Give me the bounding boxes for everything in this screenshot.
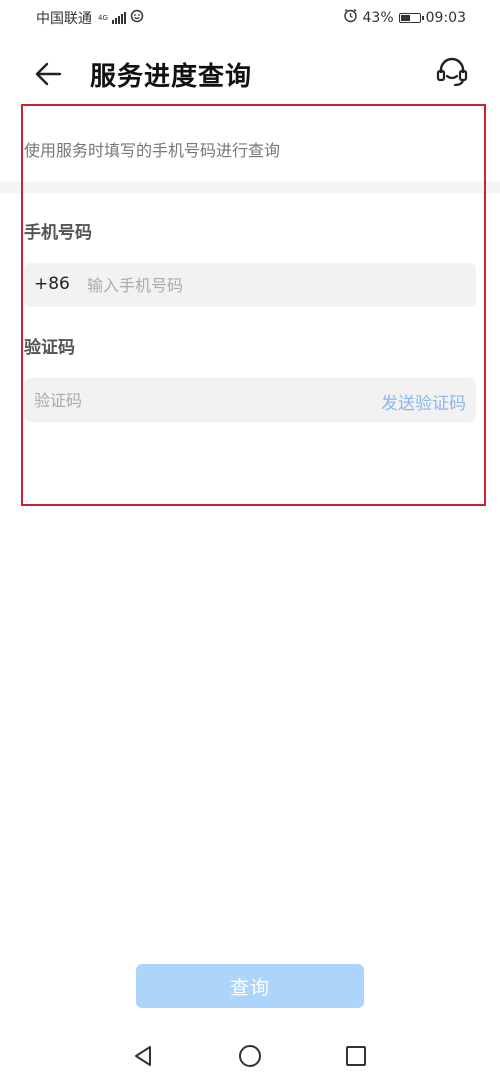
clock: 09:03 — [425, 9, 466, 26]
status-left: 中国联通 4G — [36, 8, 144, 28]
code-label: 验证码 — [24, 338, 75, 358]
code-field: 发送验证码 — [24, 378, 476, 422]
phone-label: 手机号码 — [24, 223, 92, 243]
back-button[interactable] — [28, 54, 68, 94]
battery-percent: 43% — [362, 9, 394, 26]
nav-bar — [0, 1030, 500, 1083]
status-bar: 中国联通 4G 43% 09:03 — [0, 0, 500, 34]
battery-icon — [398, 12, 424, 23]
section-divider — [0, 181, 500, 193]
status-right: 43% 09:03 — [343, 8, 466, 27]
back-arrow-icon — [35, 62, 62, 86]
headset-icon — [436, 57, 468, 87]
signal-icon — [111, 12, 126, 24]
nav-home-icon — [239, 1045, 261, 1067]
alarm-icon — [343, 8, 358, 27]
query-button[interactable]: 查询 — [136, 964, 364, 1008]
query-hint: 使用服务时填写的手机号码进行查询 — [24, 141, 281, 160]
nav-recent-button[interactable] — [340, 1040, 372, 1072]
send-code-button[interactable]: 发送验证码 — [381, 389, 466, 414]
header: 服务进度查询 — [0, 40, 500, 106]
phone-field: +86 — [24, 263, 476, 307]
nav-back-icon — [135, 1046, 151, 1066]
phone-input[interactable] — [87, 263, 467, 307]
notification-icon — [130, 9, 144, 27]
code-input[interactable] — [34, 378, 354, 422]
country-code[interactable]: +86 — [34, 274, 70, 294]
carrier-name: 中国联通 — [36, 11, 92, 27]
customer-service-button[interactable] — [432, 52, 472, 92]
network-type: 4G — [98, 13, 108, 22]
nav-back-button[interactable] — [127, 1040, 159, 1072]
page-title: 服务进度查询 — [90, 62, 253, 92]
nav-home-button[interactable] — [234, 1040, 266, 1072]
nav-recent-icon — [346, 1046, 366, 1066]
